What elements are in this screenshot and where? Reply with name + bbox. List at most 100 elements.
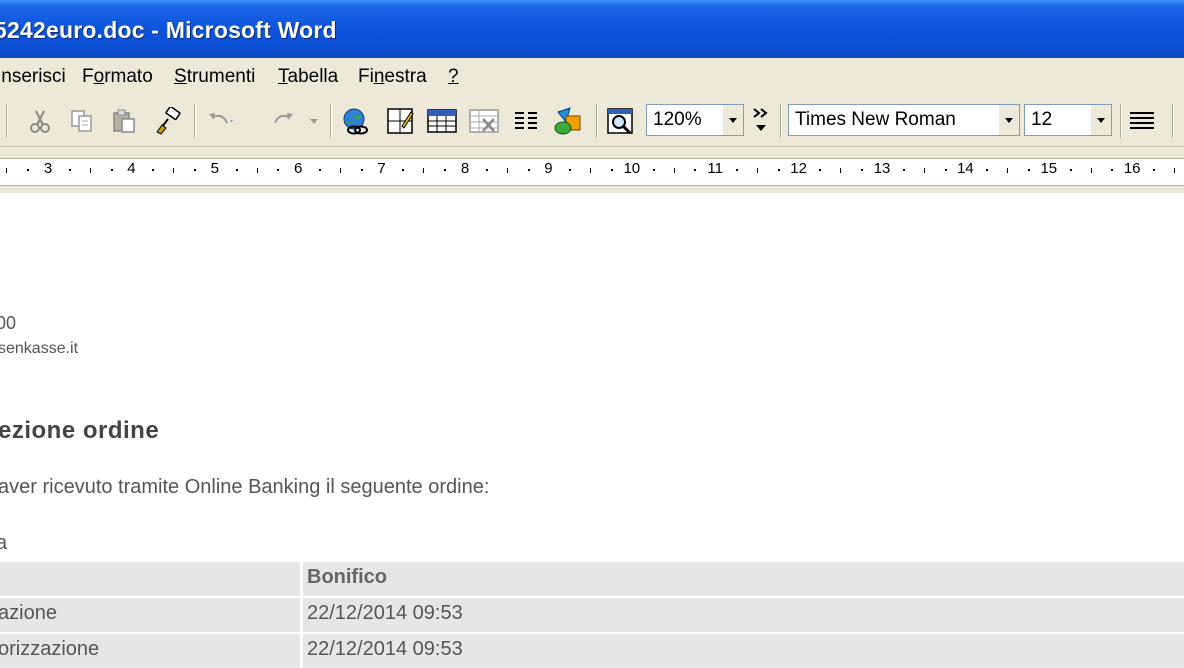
table-cell-value: 22/12/2014 09:53 [303,634,1184,668]
ruler-dot [277,169,280,171]
chevron-down-icon[interactable] [1091,105,1111,135]
ruler-number: 10 [623,160,641,177]
ruler-tick [1007,168,1009,173]
ruler-tick [673,168,675,173]
ruler-tick [506,168,508,173]
ruler-dot [1027,169,1030,171]
horizontal-ruler[interactable]: 3 4 5 6 7 8 9 10 11 12 13 14 15 16 [0,147,1184,193]
doc-section-label: a [0,532,8,554]
ruler-number: 12 [790,160,807,177]
hyperlink-icon[interactable] [340,105,372,137]
undo-icon[interactable] [204,105,236,137]
table-row: azione 22/12/2014 09:53 [0,598,1184,632]
drawing-icon[interactable] [552,105,584,137]
ruler-number: 9 [544,160,553,177]
toolbar-separator [1120,104,1122,138]
zoom-select[interactable]: 120% [646,104,744,136]
ruler-number: 11 [707,160,723,177]
ruler-dot [1111,169,1114,171]
redo-icon[interactable] [266,105,298,137]
format-painter-icon[interactable] [152,105,184,137]
menu-strumenti[interactable]: Strumenti [174,66,255,88]
font-size-select[interactable]: 12 [1024,104,1112,136]
ruler-number: 14 [957,160,974,177]
font-name-select[interactable]: Times New Roman [788,104,1020,136]
ruler-dot [402,169,405,171]
copy-icon[interactable] [66,105,98,137]
ruler-number: 6 [294,160,303,177]
doc-line-phone: 00 [0,313,17,333]
ruler-dot [68,169,71,171]
title-bar[interactable]: 5242euro.doc - Microsoft Word [0,0,1184,58]
ruler-tick [1090,168,1092,173]
ruler-dot [610,169,613,171]
font-size-value: 12 [1031,109,1053,130]
ruler-tick [1173,168,1175,173]
table-cell-value: 22/12/2014 09:53 [303,598,1184,632]
ruler-dot [861,169,864,171]
toolbar-separator [596,104,598,138]
cut-icon[interactable] [24,105,56,137]
ruler-tick [590,168,592,173]
ruler-dot [110,169,113,171]
table-row: Bonifico [0,562,1184,596]
ruler-dot [1069,169,1072,171]
toolbar-separator [6,104,8,138]
ruler-number: 13 [873,160,891,177]
chevron-down-icon[interactable] [723,105,743,135]
ruler-dot [527,169,530,171]
toolbar-separator [194,104,196,138]
ruler-dot [193,169,196,171]
ruler-tick [6,168,8,173]
redo-dropdown-icon[interactable] [298,105,330,137]
table-cell-label [0,562,300,596]
toolbar-separator [780,104,782,138]
ruler-dot [569,169,572,171]
menu-help[interactable]: ? [448,66,459,88]
table-cell-label: orizzazione [0,634,300,668]
window-title: 5242euro.doc - Microsoft Word [0,17,337,43]
chevron-down-icon[interactable] [999,105,1019,135]
doc-line-website: senkasse.it [0,340,79,357]
font-name-value: Times New Roman [795,109,956,130]
ruler-dot [652,169,655,171]
table-cell-value: Bonifico [303,562,1184,596]
paste-icon[interactable] [108,105,140,137]
menu-finestra[interactable]: Finestra [358,66,427,88]
ruler-number: 8 [460,160,470,177]
menu-tabella[interactable]: Tabella [278,66,338,88]
insert-table-icon[interactable] [426,105,458,137]
doc-body-text: aver ricevuto tramite Online Banking il … [0,476,490,498]
toolbar-separator [330,104,332,138]
ruler-tick [256,168,258,173]
ruler-tick [173,168,175,173]
menu-inserisci[interactable]: Inserisci [0,66,66,88]
ruler-dot [235,169,238,171]
menu-formato[interactable]: Formato [82,66,153,88]
ruler-number: 5 [210,160,219,177]
ruler-dot [444,169,447,171]
ruler-dot [777,169,780,171]
columns-icon[interactable] [510,105,542,137]
table-cell-label: azione [0,598,300,632]
ruler-dot [152,169,155,171]
ruler-dot [1153,169,1156,171]
ruler-number: 16 [1123,160,1141,177]
zoom-value: 120% [653,109,702,130]
toolbar-options-icon[interactable] [748,105,774,137]
justify-align-icon[interactable] [1126,105,1158,137]
insert-excel-icon[interactable] [468,105,500,137]
ruler-dot [819,169,822,171]
tables-borders-icon[interactable] [384,105,416,137]
toolbar-separator [1172,104,1174,138]
ruler-tick [89,168,91,173]
document-map-icon[interactable] [604,105,636,137]
ruler-dot [319,169,322,171]
ruler-tick [840,168,842,173]
ruler-dot [360,169,363,171]
ruler-tick [756,168,758,173]
ruler-dot [902,169,905,171]
ruler-tick [923,168,925,173]
ruler-dot [694,169,697,171]
ruler-number: 3 [43,160,53,177]
